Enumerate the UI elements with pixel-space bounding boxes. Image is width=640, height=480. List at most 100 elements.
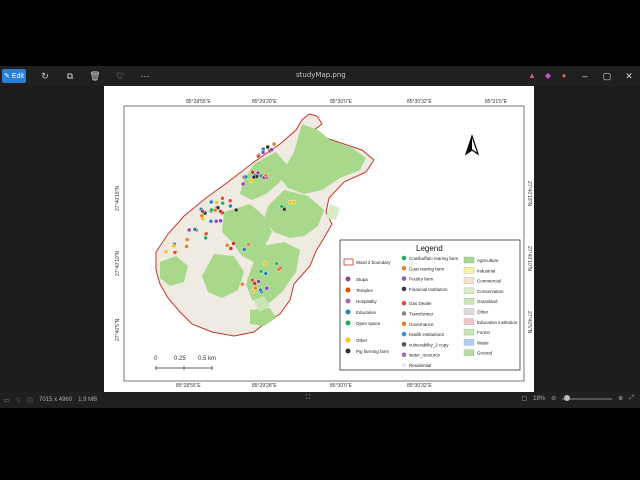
fullscreen-icon[interactable]: ⤢ bbox=[629, 395, 634, 402]
heart-icon[interactable]: ♡ bbox=[16, 397, 21, 404]
legend-label: Agriculture bbox=[477, 258, 499, 263]
copilot-icon[interactable]: ● bbox=[558, 69, 570, 81]
favorite-icon[interactable]: ♡ bbox=[109, 69, 131, 83]
facility-marker bbox=[271, 141, 277, 147]
top-coord-1: 85°28'55"E bbox=[186, 99, 211, 105]
legend-label: water_resource bbox=[409, 353, 441, 358]
facility-marker bbox=[243, 174, 249, 180]
legend-label: Transformer bbox=[409, 312, 434, 317]
legend-swatch bbox=[463, 287, 475, 295]
left-coord-3: 27°40'5"N bbox=[115, 318, 121, 341]
facility-marker bbox=[203, 231, 209, 236]
legend-label: Residential bbox=[409, 363, 431, 368]
facility-marker bbox=[208, 199, 214, 205]
legend-marker bbox=[345, 298, 351, 304]
legend-marker bbox=[345, 276, 351, 282]
facility-marker bbox=[260, 150, 266, 155]
delete-icon[interactable]: 🗑 bbox=[84, 69, 106, 83]
rotate-icon[interactable]: ↻ bbox=[34, 69, 56, 83]
legend-swatch bbox=[463, 256, 475, 264]
zoom-in-icon[interactable]: ⊕ bbox=[618, 395, 623, 402]
facility-marker bbox=[287, 199, 293, 205]
facility-marker bbox=[274, 261, 279, 266]
legend-marker bbox=[401, 311, 407, 316]
right-coord-3: 27°40'5"N bbox=[526, 311, 532, 334]
left-coord-2: 27°40'10"N bbox=[115, 251, 121, 276]
title-bar: ✎ Edit ↻ ⧉ 🗑 ♡ ⋯ studyMap.png ▲ ◆ ● – ▢ … bbox=[0, 66, 640, 86]
facility-marker bbox=[246, 242, 251, 247]
legend-label: Governance bbox=[409, 322, 434, 327]
legend-label: Ward 2 boundary bbox=[356, 260, 391, 265]
facility-marker bbox=[258, 269, 264, 274]
facility-marker bbox=[227, 198, 233, 203]
info-icon[interactable]: ⓘ bbox=[27, 396, 33, 405]
left-coord-1: 27°40'18"N bbox=[115, 186, 121, 211]
edit-button[interactable]: ✎ Edit bbox=[2, 69, 26, 83]
zoom-slider[interactable] bbox=[562, 394, 613, 401]
facility-marker bbox=[228, 246, 234, 251]
status-bar: ▭ ♡ ⓘ 7015 x 4960 1.9 MB ⛶ ▢ 18% ⊖ ⊕ ⤢ bbox=[0, 392, 640, 408]
facility-marker bbox=[233, 207, 239, 213]
facility-marker bbox=[251, 174, 257, 180]
legend-label: Education bbox=[356, 310, 377, 315]
facility-marker bbox=[240, 181, 246, 187]
legend-label: Grassland bbox=[477, 299, 498, 304]
facility-marker bbox=[252, 281, 257, 286]
facility-marker bbox=[192, 227, 198, 232]
facility-marker bbox=[265, 144, 270, 150]
pencil-icon: ✎ bbox=[4, 73, 10, 80]
legend-marker bbox=[401, 255, 407, 261]
top-coord-5: 85°31'5"E bbox=[485, 99, 508, 105]
zoom-out-icon[interactable]: ⊖ bbox=[551, 395, 556, 402]
legend-marker bbox=[345, 287, 351, 293]
close-icon[interactable]: ✕ bbox=[618, 66, 640, 86]
app-icon[interactable]: ◆ bbox=[542, 69, 554, 81]
facility-marker bbox=[263, 271, 269, 276]
facility-marker bbox=[279, 204, 285, 209]
legend-marker bbox=[401, 276, 407, 281]
legend-label: Open space bbox=[356, 321, 381, 326]
legend-marker bbox=[401, 300, 407, 306]
bottom-coord-4: 85°30'32"E bbox=[407, 383, 432, 389]
fit-screen-icon[interactable]: ⛶ bbox=[306, 395, 310, 402]
facility-marker bbox=[218, 218, 223, 224]
maximize-icon[interactable]: ▢ bbox=[596, 66, 618, 86]
facility-marker bbox=[258, 287, 263, 293]
crop-icon[interactable]: ⧉ bbox=[59, 69, 81, 83]
window-title: studyMap.png bbox=[296, 71, 346, 79]
facility-marker bbox=[228, 203, 233, 209]
legend-marker bbox=[401, 342, 407, 347]
map-figure: 85°28'55"E 85°29'20"E 85°30'0"E 85°30'32… bbox=[115, 99, 532, 389]
bottom-coord-3: 85°30'0"E bbox=[330, 383, 353, 389]
actual-size-icon[interactable]: ▢ bbox=[521, 395, 527, 402]
more-icon[interactable]: ⋯ bbox=[134, 69, 156, 83]
top-coord-4: 85°30'32"E bbox=[407, 99, 432, 105]
legend-label: Education institution bbox=[477, 320, 518, 325]
legend-label: Gas Dealer bbox=[409, 301, 432, 306]
facility-marker bbox=[208, 218, 214, 224]
legend-label: Poultry farm bbox=[409, 277, 434, 282]
image-viewer-window: ✎ Edit ↻ ⧉ 🗑 ♡ ⋯ studyMap.png ▲ ◆ ● – ▢ … bbox=[0, 66, 640, 408]
legend-marker bbox=[401, 266, 407, 271]
facility-marker bbox=[171, 243, 177, 249]
facility-marker bbox=[224, 243, 230, 248]
facility-marker bbox=[199, 213, 205, 218]
file-size-label: 1.9 MB bbox=[78, 397, 98, 403]
legend-swatch bbox=[463, 267, 475, 274]
facility-marker bbox=[250, 170, 255, 175]
facility-marker bbox=[184, 244, 189, 249]
legend-marker bbox=[345, 320, 351, 326]
legend-label: Temples bbox=[356, 288, 374, 293]
facility-marker bbox=[220, 196, 225, 201]
legend-label: Financial Institution bbox=[409, 287, 448, 292]
share-icon[interactable]: ▲ bbox=[526, 69, 538, 81]
film-strip-icon[interactable]: ▭ bbox=[4, 397, 10, 404]
facility-marker bbox=[253, 285, 258, 291]
minimize-icon[interactable]: – bbox=[574, 66, 596, 86]
right-coord-1: 27°40'18"N bbox=[526, 181, 532, 206]
image-canvas: 85°28'55"E 85°29'20"E 85°30'0"E 85°30'32… bbox=[0, 86, 640, 392]
top-coord-3: 85°30'0"E bbox=[330, 99, 353, 105]
dimensions-label: 7015 x 4960 bbox=[39, 397, 73, 403]
facility-marker bbox=[250, 289, 255, 294]
zoom-level: 18% bbox=[533, 395, 546, 402]
